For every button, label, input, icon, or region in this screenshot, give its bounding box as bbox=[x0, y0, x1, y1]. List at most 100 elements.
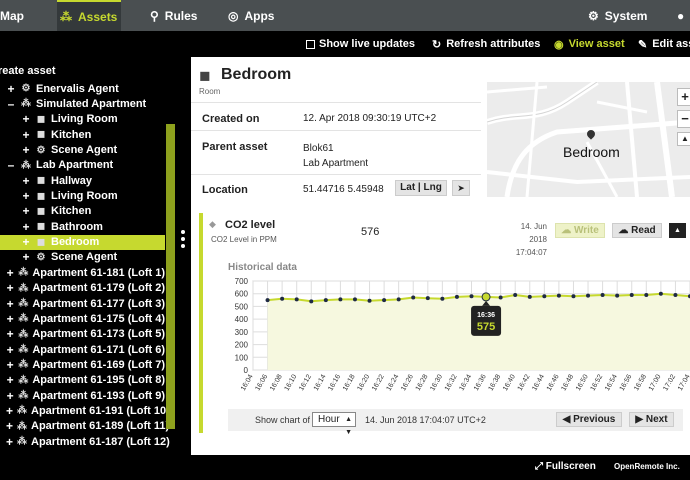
collapse-icon[interactable]: – bbox=[6, 158, 16, 172]
location-map[interactable]: Bedroom + − ▲ bbox=[487, 82, 690, 197]
data-point[interactable] bbox=[498, 295, 503, 300]
tree-item[interactable]: + ◼ Living Room bbox=[0, 188, 165, 203]
nav-rules[interactable]: ⚲ Rules bbox=[150, 0, 197, 31]
data-point[interactable] bbox=[527, 294, 532, 299]
data-point[interactable] bbox=[294, 297, 299, 302]
refresh-attributes-button[interactable]: ↻ Refresh attributes bbox=[432, 31, 540, 57]
data-point[interactable] bbox=[396, 297, 401, 302]
tree-item[interactable]: + ◼ Bathroom bbox=[0, 219, 165, 234]
data-point[interactable] bbox=[382, 298, 387, 303]
next-button[interactable]: ▶ Next bbox=[629, 412, 674, 427]
data-point[interactable] bbox=[586, 293, 591, 298]
expand-icon[interactable]: + bbox=[6, 343, 14, 357]
data-point[interactable] bbox=[454, 294, 459, 299]
edit-asset-button[interactable]: ✎ Edit asset bbox=[638, 31, 690, 57]
create-asset-link[interactable]: reate asset bbox=[0, 65, 56, 77]
tree-item[interactable]: + ◼ Kitchen bbox=[0, 204, 165, 219]
highlighted-point[interactable] bbox=[481, 292, 491, 302]
tree-item[interactable]: + ⁂ Apartment 61-191 (Loft 10) bbox=[0, 403, 170, 418]
expand-icon[interactable]: + bbox=[6, 327, 14, 341]
write-button[interactable]: ☁ Write bbox=[555, 223, 605, 238]
data-point[interactable] bbox=[513, 292, 518, 297]
lat-lng-button[interactable]: Lat | Lng bbox=[395, 180, 447, 196]
data-point[interactable] bbox=[542, 294, 547, 299]
expand-icon[interactable]: + bbox=[21, 112, 31, 126]
previous-button[interactable]: ◀ Previous bbox=[556, 412, 622, 427]
expand-icon[interactable]: + bbox=[6, 297, 14, 311]
tree-item[interactable]: + ⁂ Apartment 61-187 (Loft 12) bbox=[0, 434, 170, 449]
expand-icon[interactable]: + bbox=[6, 281, 14, 295]
compass-icon[interactable]: ▲ bbox=[677, 132, 690, 146]
data-point[interactable] bbox=[338, 297, 343, 302]
data-point[interactable] bbox=[571, 294, 576, 299]
panel-resize-handle[interactable] bbox=[180, 227, 186, 259]
tree-item[interactable]: + ◼ Kitchen bbox=[0, 127, 165, 142]
expand-icon[interactable]: + bbox=[6, 373, 14, 387]
sidebar-scrollbar[interactable] bbox=[166, 124, 175, 429]
data-point[interactable] bbox=[600, 292, 605, 297]
data-point[interactable] bbox=[309, 299, 314, 304]
expand-icon[interactable]: + bbox=[6, 404, 13, 418]
fullscreen-button[interactable]: ⤢ Fullscreen bbox=[535, 461, 596, 472]
tree-item[interactable]: + ⚙ Scene Agent bbox=[0, 142, 165, 157]
data-point[interactable] bbox=[265, 298, 270, 303]
tree-item[interactable]: – ⁂ Simulated Apartment bbox=[0, 96, 165, 111]
data-point[interactable] bbox=[658, 291, 663, 296]
period-select[interactable]: Hour ▲ ▼ bbox=[312, 412, 356, 436]
expand-icon[interactable]: + bbox=[6, 419, 13, 433]
tree-item[interactable]: + ◼ Hallway bbox=[0, 173, 165, 188]
expand-icon[interactable]: + bbox=[6, 435, 13, 449]
data-point[interactable] bbox=[644, 292, 649, 297]
expand-icon[interactable]: + bbox=[21, 204, 31, 218]
data-point[interactable] bbox=[673, 292, 678, 297]
tree-item[interactable]: + ⁂ Apartment 61-171 (Loft 6) bbox=[0, 342, 165, 357]
data-point[interactable] bbox=[352, 297, 357, 302]
expand-icon[interactable]: + bbox=[21, 174, 31, 188]
view-asset-button[interactable]: ◉ View asset bbox=[554, 31, 625, 57]
expand-icon[interactable]: + bbox=[6, 82, 16, 96]
zoom-out-button[interactable]: − bbox=[677, 110, 690, 128]
data-point[interactable] bbox=[411, 295, 416, 300]
nav-apps[interactable]: ◎ Apps bbox=[228, 0, 274, 31]
tree-item[interactable]: + ⁂ Apartment 61-177 (Loft 3) bbox=[0, 296, 165, 311]
collapse-icon[interactable]: – bbox=[6, 97, 16, 111]
data-point[interactable] bbox=[615, 293, 620, 298]
tree-item[interactable]: + ⁂ Apartment 61-169 (Loft 7) bbox=[0, 357, 165, 372]
data-point[interactable] bbox=[440, 296, 445, 301]
tree-item[interactable]: – ⁂ Lab Apartment bbox=[0, 158, 165, 173]
tree-item[interactable]: + ⚙ Enervalis Agent bbox=[0, 81, 165, 96]
tree-item[interactable]: + ◼ Bedroom bbox=[0, 234, 165, 250]
tree-item[interactable]: + ⁂ Apartment 61-173 (Loft 5) bbox=[0, 327, 165, 342]
collapse-button[interactable]: ▲ bbox=[669, 223, 686, 238]
expand-icon[interactable]: + bbox=[21, 250, 31, 264]
read-button[interactable]: ☁ Read bbox=[612, 223, 662, 238]
tree-item[interactable]: + ⚙ Scene Agent bbox=[0, 250, 165, 265]
nav-system[interactable]: ⚙ System bbox=[588, 0, 647, 31]
data-point[interactable] bbox=[469, 294, 474, 299]
nav-assets[interactable]: ⁂ Assets bbox=[57, 0, 121, 31]
tree-item[interactable]: + ⁂ Apartment 61-195 (Loft 8) bbox=[0, 373, 165, 388]
data-point[interactable] bbox=[367, 298, 372, 303]
tree-item[interactable]: + ◼ Living Room bbox=[0, 112, 165, 127]
data-point[interactable] bbox=[280, 296, 285, 301]
user-menu[interactable]: ● bbox=[677, 0, 684, 31]
parent-asset-line2[interactable]: Lab Apartment bbox=[303, 156, 368, 171]
data-point[interactable] bbox=[556, 293, 561, 298]
tree-item[interactable]: + ⁂ Apartment 61-179 (Loft 2) bbox=[0, 281, 165, 296]
show-live-updates-toggle[interactable]: Show live updates bbox=[306, 31, 415, 57]
expand-icon[interactable]: + bbox=[21, 235, 31, 249]
locate-button[interactable]: ➤ bbox=[452, 180, 470, 196]
tree-item[interactable]: + ⁂ Apartment 61-193 (Loft 9) bbox=[0, 388, 165, 403]
nav-map[interactable]: Map bbox=[0, 0, 24, 31]
expand-icon[interactable]: + bbox=[6, 312, 14, 326]
expand-icon[interactable]: + bbox=[21, 220, 31, 234]
data-point[interactable] bbox=[323, 298, 328, 303]
expand-icon[interactable]: + bbox=[6, 389, 14, 403]
checkbox-icon[interactable] bbox=[306, 39, 315, 49]
expand-icon[interactable]: + bbox=[21, 128, 31, 142]
tree-item[interactable]: + ⁂ Apartment 61-189 (Loft 11) bbox=[0, 419, 169, 434]
expand-icon[interactable]: + bbox=[21, 143, 31, 157]
data-point[interactable] bbox=[425, 296, 430, 301]
tree-item[interactable]: + ⁂ Apartment 61-175 (Loft 4) bbox=[0, 311, 165, 326]
expand-icon[interactable]: + bbox=[6, 358, 14, 372]
